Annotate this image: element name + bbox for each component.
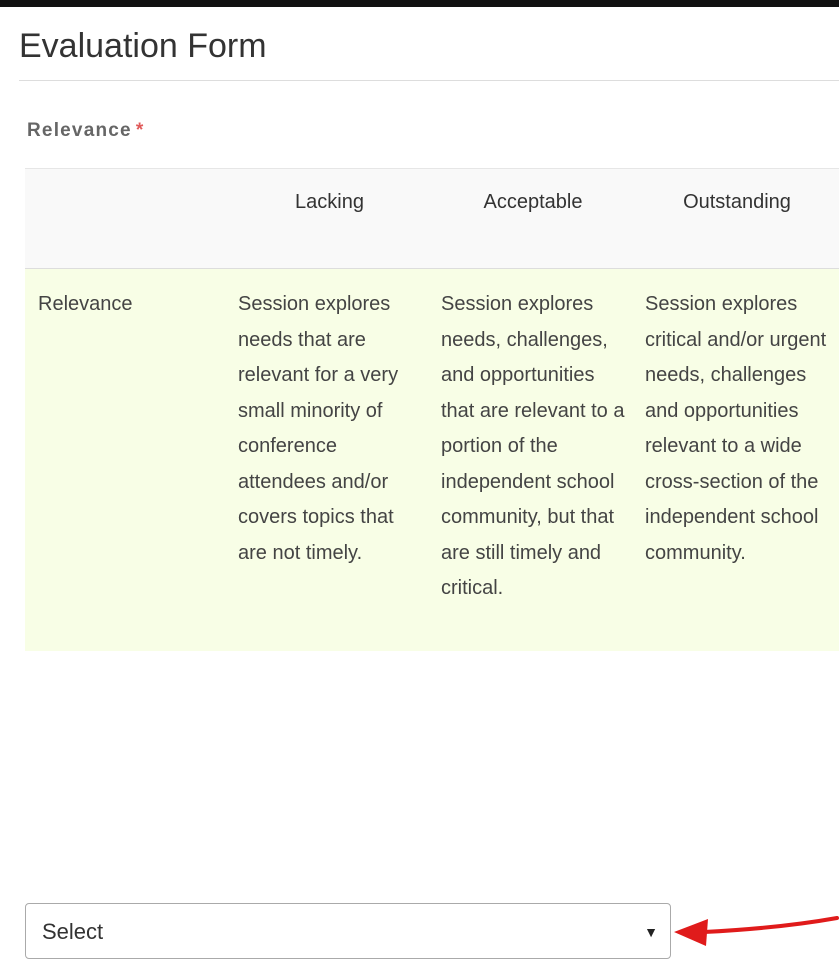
field-label-text: Relevance <box>27 120 132 141</box>
rating-select[interactable]: Select ▼ <box>25 903 671 959</box>
rubric-header-row: Lacking Acceptable Outstanding <box>25 168 839 269</box>
rubric-header-outstanding: Outstanding <box>635 168 839 269</box>
rubric-header-lacking: Lacking <box>228 168 431 269</box>
rubric-table: Lacking Acceptable Outstanding Relevance… <box>25 168 839 651</box>
top-bar <box>0 0 839 7</box>
rubric-row-label: Relevance <box>25 268 228 651</box>
rubric-header-acceptable: Acceptable <box>431 168 635 269</box>
rubric-cell-outstanding: Session explores critical and/or urgent … <box>635 268 839 651</box>
red-arrow-icon <box>674 916 839 946</box>
caret-down-icon: ▼ <box>644 924 658 940</box>
rating-select-value: Select <box>42 919 104 944</box>
required-marker: * <box>135 120 145 141</box>
rubric-cell-lacking: Session explores needs that are relevant… <box>228 268 431 651</box>
rubric-row: Relevance Session explores needs that ar… <box>25 268 839 651</box>
title-divider <box>19 80 839 81</box>
field-label: Relevance * <box>27 119 144 143</box>
page-title: Evaluation Form <box>19 27 267 65</box>
rubric-header-empty <box>25 168 228 269</box>
rubric-cell-acceptable: Session explores needs, challenges, and … <box>431 268 635 651</box>
